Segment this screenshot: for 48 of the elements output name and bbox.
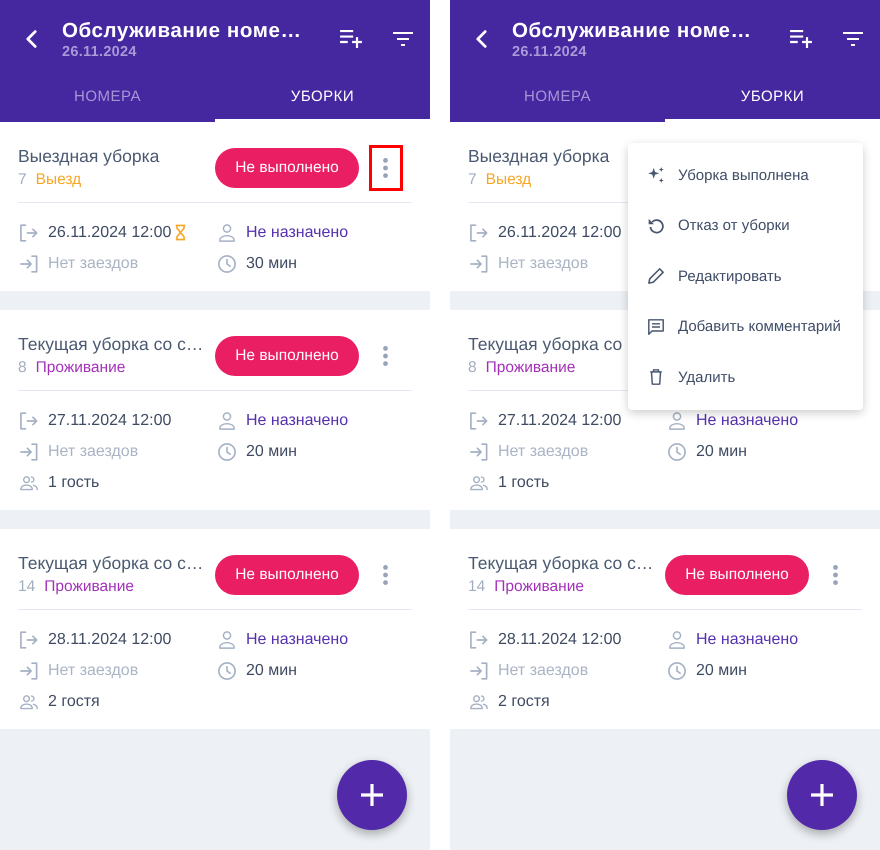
task-title: Текущая уборка со <box>468 333 622 356</box>
task-title: Выездная уборка <box>468 145 610 168</box>
duration-text: 20 мин <box>696 442 748 460</box>
room-number: 8 <box>18 359 27 376</box>
screen-date: 26.11.2024 <box>62 42 137 60</box>
task-title: Текущая уборка со с… <box>18 552 204 575</box>
screen-date: 26.11.2024 <box>512 42 587 60</box>
screen-title: Обслуживание номе… <box>62 18 302 42</box>
duration-text: 20 мин <box>246 442 298 460</box>
room-number: 14 <box>18 578 36 595</box>
assignee-status: Не назначено <box>696 630 798 648</box>
task-type: Выезд <box>486 171 532 188</box>
task-title: Текущая уборка со с… <box>468 552 654 575</box>
arrival-status: Нет заездов <box>48 442 138 460</box>
task-title: Текущая уборка со с… <box>18 333 204 356</box>
assignee-status: Не назначено <box>246 224 348 242</box>
task-type: Проживание <box>486 359 576 376</box>
checkout-time: 28.11.2024 12:00 <box>498 630 622 648</box>
room-number: 7 <box>468 171 477 188</box>
task-title: Выездная уборка <box>18 145 160 168</box>
task-type: Выезд <box>36 171 82 188</box>
duration-text: 20 мин <box>246 662 298 680</box>
arrival-status: Нет заездов <box>48 662 138 680</box>
task-type: Проживание <box>36 359 126 376</box>
checkout-time: 27.11.2024 12:00 <box>48 412 172 430</box>
room-number: 8 <box>468 359 477 376</box>
checkout-time: 26.11.2024 12:00 <box>498 224 622 242</box>
room-number: 14 <box>468 578 486 595</box>
arrival-status: Нет заездов <box>498 254 588 272</box>
guest-count: 1 гость <box>48 474 100 492</box>
assignee-status: Не назначено <box>696 412 798 430</box>
duration-text: 20 мин <box>696 662 748 680</box>
guest-count: 1 гость <box>498 474 550 492</box>
arrival-status: Нет заездов <box>498 442 588 460</box>
checkout-time: 28.11.2024 12:00 <box>48 630 172 648</box>
task-type: Проживание <box>494 578 584 595</box>
screen-title: Обслуживание номе… <box>512 18 752 42</box>
duration-text: 30 мин <box>246 254 298 272</box>
arrival-status: Нет заездов <box>48 254 138 272</box>
guest-count: 2 гостя <box>498 692 550 710</box>
room-number: 7 <box>18 171 27 188</box>
task-type: Проживание <box>44 578 134 595</box>
arrival-status: Нет заездов <box>498 662 588 680</box>
assignee-status: Не назначено <box>246 630 348 648</box>
checkout-time: 27.11.2024 12:00 <box>498 412 622 430</box>
guest-count: 2 гостя <box>48 692 100 710</box>
checkout-time: 26.11.2024 12:00 <box>48 224 172 242</box>
assignee-status: Не назначено <box>246 412 348 430</box>
